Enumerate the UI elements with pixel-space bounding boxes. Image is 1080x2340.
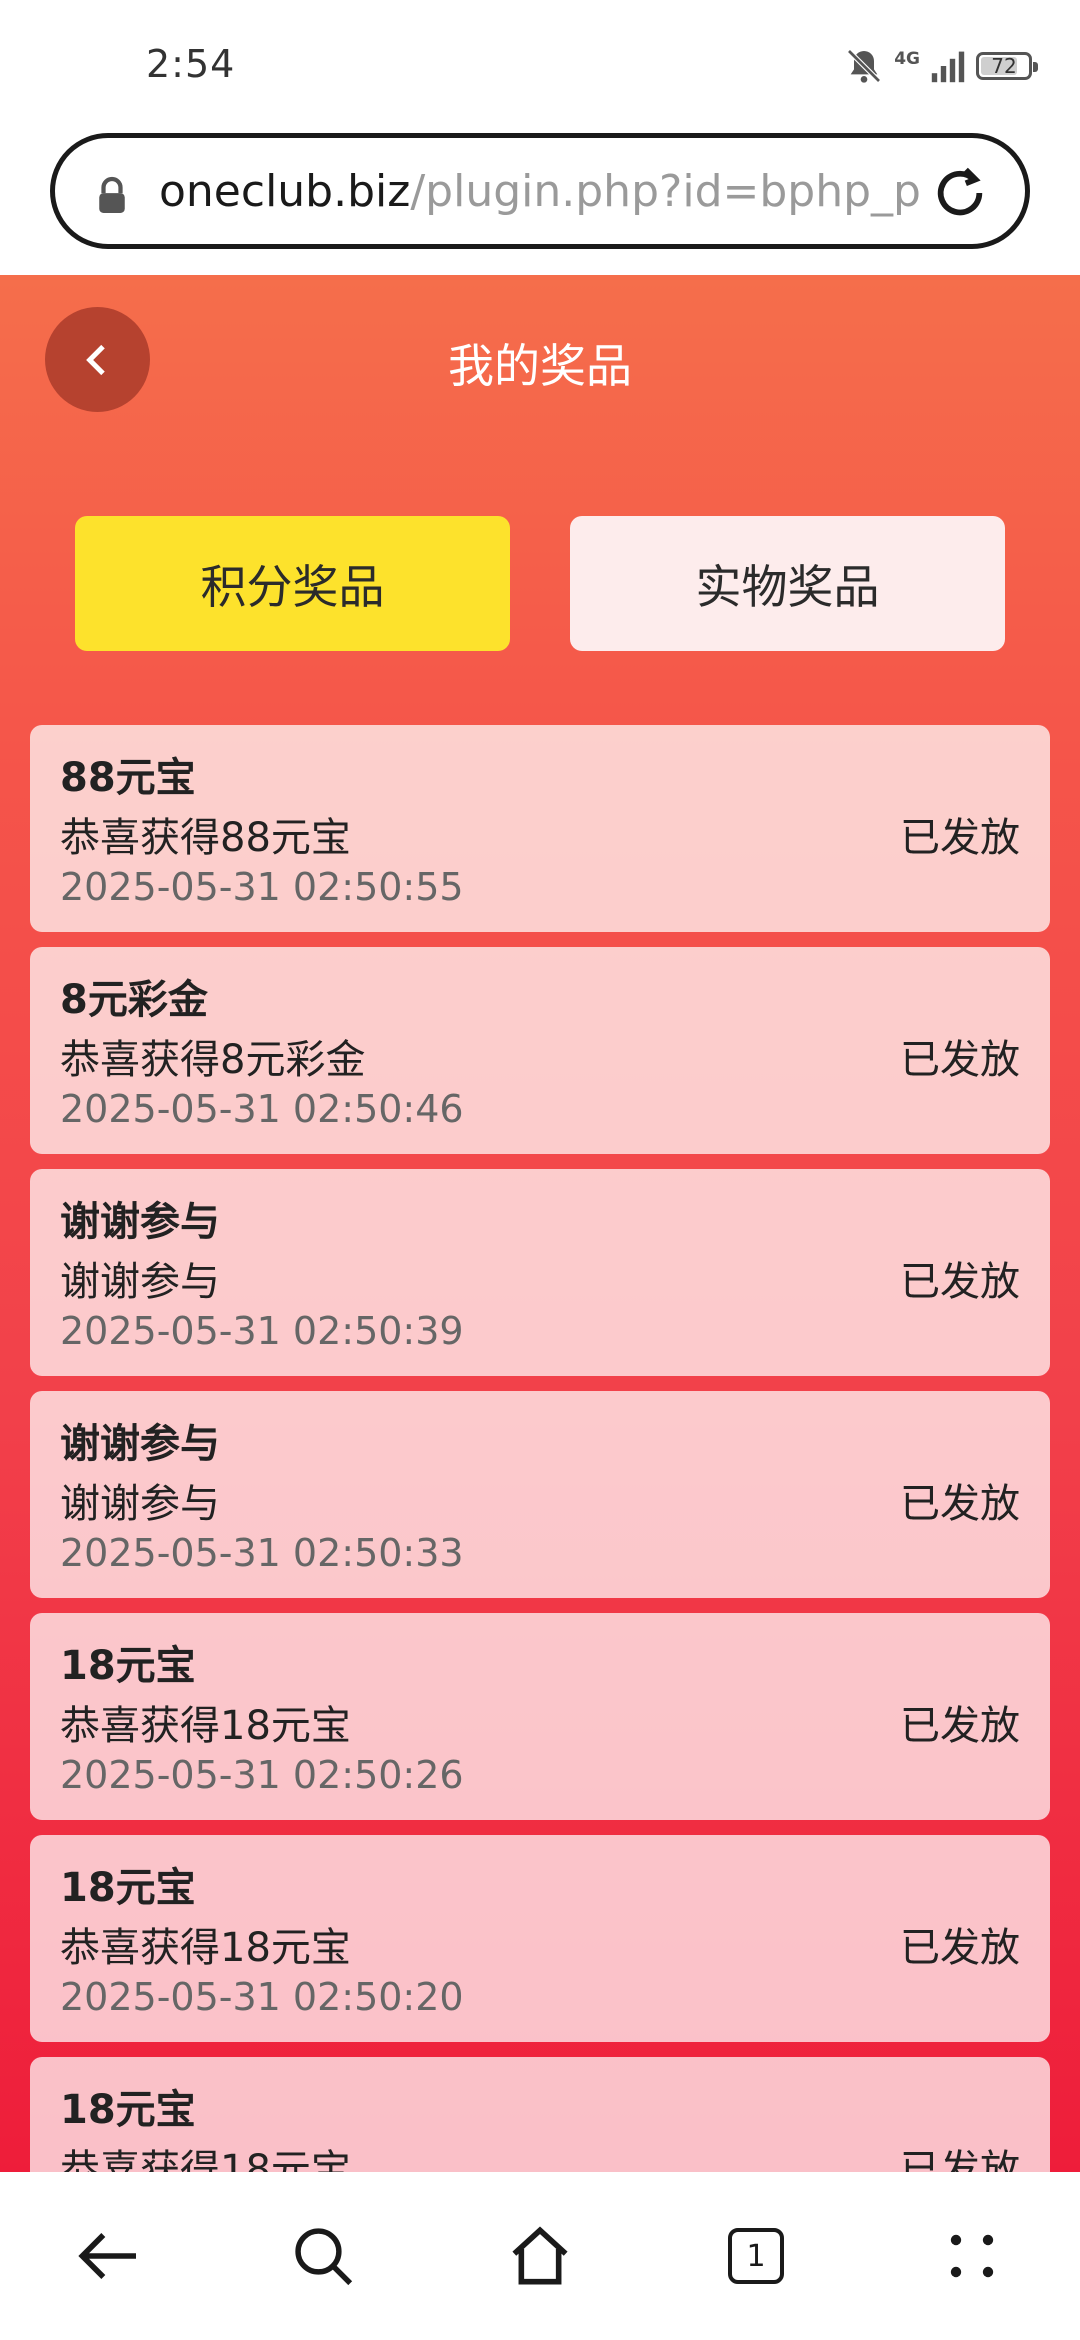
prize-time: 2025-05-31 02:50:39 (60, 1309, 464, 1353)
prize-name: 88元宝 (60, 755, 196, 801)
url-path: /plugin.php?id=bphp_p (410, 166, 921, 217)
battery-icon: 72 (976, 52, 1038, 80)
prize-desc: 恭喜获得18元宝 (60, 1703, 351, 1749)
prize-desc: 谢谢参与 (60, 1481, 220, 1527)
nav-menu-button[interactable] (932, 2216, 1012, 2296)
tab-physical-prizes[interactable]: 实物奖品 (570, 516, 1005, 651)
nav-back-button[interactable] (68, 2216, 148, 2296)
url-text[interactable]: oneclub.biz/plugin.php?id=bphp_p (159, 166, 939, 217)
prize-desc: 恭喜获得18元宝 (60, 1925, 351, 1971)
prize-item[interactable]: 18元宝 恭喜获得18元宝 2025-05-31 02:50:20 已发放 (30, 1835, 1050, 2042)
prize-name: 18元宝 (60, 1643, 196, 1689)
home-icon (512, 2226, 568, 2285)
signal-icon (931, 51, 965, 83)
prize-item[interactable]: 谢谢参与 谢谢参与 2025-05-31 02:50:33 已发放 (30, 1391, 1050, 1598)
prize-item[interactable]: 18元宝 恭喜获得18元宝 已发放 (30, 2057, 1050, 2172)
tab-counter-icon: 1 (728, 2228, 784, 2284)
prize-page: 我的奖品 积分奖品 实物奖品 88元宝 恭喜获得88元宝 2025-05-31 … (0, 275, 1080, 2172)
tab-points-prizes[interactable]: 积分奖品 (75, 516, 510, 651)
address-bar[interactable]: oneclub.biz/plugin.php?id=bphp_p (50, 133, 1030, 249)
reload-icon[interactable] (931, 164, 989, 222)
tab-count: 1 (746, 2238, 766, 2274)
bell-muted-icon (847, 49, 881, 83)
prize-time: 2025-05-31 02:50:46 (60, 1087, 464, 1131)
status-icons: 4G 72 (844, 44, 1038, 88)
prize-status: 已发放 (900, 815, 1020, 861)
nav-search-button[interactable] (283, 2216, 363, 2296)
status-time: 2:54 (146, 42, 236, 86)
prize-status: 已发放 (900, 1925, 1020, 1971)
battery-level: 72 (991, 54, 1017, 78)
prize-desc: 谢谢参与 (60, 1259, 220, 1305)
prize-status: 已发放 (900, 1703, 1020, 1749)
prize-name: 谢谢参与 (60, 1199, 220, 1245)
prize-status: 已发放 (900, 1037, 1020, 1083)
nav-tabs-button[interactable]: 1 (716, 2216, 796, 2296)
prize-status: 已发放 (900, 2147, 1020, 2172)
page-title: 我的奖品 (448, 339, 632, 393)
prize-desc: 恭喜获得8元彩金 (60, 1037, 366, 1083)
prize-status: 已发放 (900, 1259, 1020, 1305)
prize-time: 2025-05-31 02:50:26 (60, 1753, 464, 1797)
browser-bottom-nav: 1 (0, 2172, 1080, 2340)
status-bar: 2:54 4G 72 (0, 0, 1080, 130)
prize-item[interactable]: 谢谢参与 谢谢参与 2025-05-31 02:50:39 已发放 (30, 1169, 1050, 1376)
search-icon (295, 2228, 353, 2286)
prize-time: 2025-05-31 02:50:33 (60, 1531, 464, 1575)
prize-name: 8元彩金 (60, 977, 208, 1023)
menu-dots-icon (950, 2234, 994, 2278)
prize-item[interactable]: 88元宝 恭喜获得88元宝 2025-05-31 02:50:55 已发放 (30, 725, 1050, 932)
prize-name: 谢谢参与 (60, 1421, 220, 1467)
nav-home-button[interactable] (500, 2216, 580, 2296)
prize-desc: 恭喜获得18元宝 (60, 2147, 351, 2172)
prize-item[interactable]: 8元彩金 恭喜获得8元彩金 2025-05-31 02:50:46 已发放 (30, 947, 1050, 1154)
prize-name: 18元宝 (60, 2087, 196, 2133)
prize-status: 已发放 (900, 1481, 1020, 1527)
prize-time: 2025-05-31 02:50:20 (60, 1975, 464, 2019)
prize-list: 88元宝 恭喜获得88元宝 2025-05-31 02:50:55 已发放 8元… (30, 725, 1050, 2172)
prize-time: 2025-05-31 02:50:55 (60, 865, 464, 909)
lock-icon (99, 176, 125, 213)
prize-name: 18元宝 (60, 1865, 196, 1911)
prize-desc: 恭喜获得88元宝 (60, 815, 351, 861)
arrow-left-icon (78, 2233, 136, 2279)
network-label: 4G (894, 49, 920, 69)
prize-item[interactable]: 18元宝 恭喜获得18元宝 2025-05-31 02:50:26 已发放 (30, 1613, 1050, 1820)
url-host: oneclub.biz (159, 166, 411, 217)
